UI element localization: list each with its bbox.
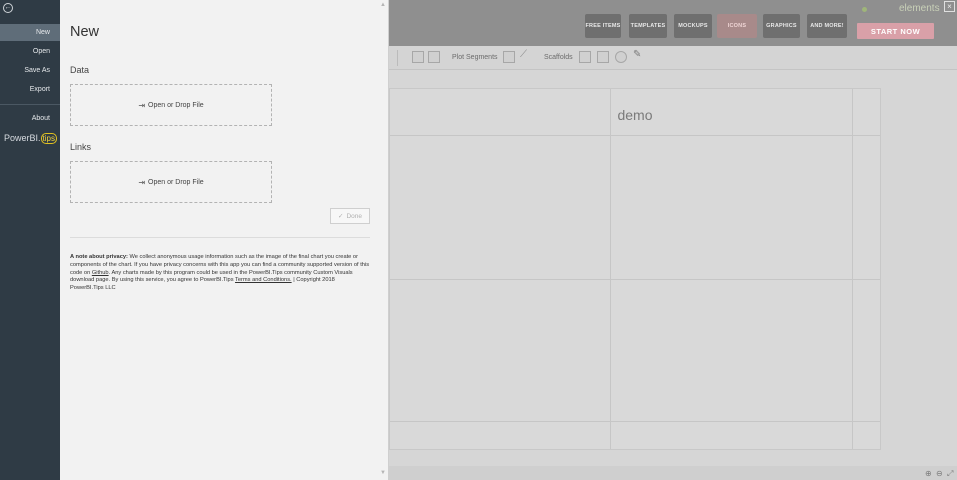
data-section-label: Data bbox=[70, 65, 90, 75]
line-segment-icon[interactable]: ⟋ bbox=[520, 49, 532, 61]
scaffolds-label: Scaffolds bbox=[544, 54, 573, 61]
dropzone-label: Open or Drop File bbox=[148, 178, 204, 186]
links-file-dropzone[interactable]: ⇥ Open or Drop File bbox=[70, 161, 272, 203]
elements-leaf-icon bbox=[862, 7, 867, 12]
banner-graphics-button[interactable]: GRAPHICS bbox=[763, 14, 800, 38]
open-file-icon: ⇥ bbox=[138, 177, 146, 187]
vertical-scaffold-icon[interactable] bbox=[597, 51, 609, 63]
github-link[interactable]: Github bbox=[92, 270, 109, 276]
fit-screen-icon[interactable]: ⤢ bbox=[947, 469, 953, 479]
data-file-dropzone[interactable]: ⇥ Open or Drop File bbox=[70, 84, 272, 126]
canvas-gridline bbox=[390, 135, 880, 136]
privacy-note: A note about privacy: We collect anonymo… bbox=[70, 254, 370, 293]
nav-divider bbox=[0, 104, 60, 105]
grid-icon[interactable] bbox=[428, 51, 440, 63]
zoom-in-icon[interactable]: ⊕ bbox=[925, 469, 932, 478]
open-file-icon: ⇥ bbox=[138, 100, 146, 110]
banner-mockups-button[interactable]: MOCKUPS bbox=[674, 14, 712, 38]
status-bar: ⊕ ⊖ ⤢ bbox=[389, 466, 957, 480]
polar-scaffold-icon[interactable] bbox=[615, 51, 627, 63]
elements-logo: elements bbox=[899, 3, 940, 14]
banner-close-icon[interactable]: × bbox=[944, 1, 955, 12]
zoom-out-icon[interactable]: ⊖ bbox=[936, 469, 943, 478]
plot-segments-label: Plot Segments bbox=[452, 54, 498, 61]
left-nav: ← New Open Save As Export About PowerBI.… bbox=[0, 0, 60, 480]
nav-item-new[interactable]: New bbox=[0, 24, 60, 41]
terms-link[interactable]: Terms and Conditions. bbox=[235, 277, 292, 283]
toolbar-divider bbox=[397, 50, 398, 66]
banner-templates-button[interactable]: TEMPLATES bbox=[629, 14, 667, 38]
canvas-gridline bbox=[390, 279, 880, 280]
nav-item-save-as[interactable]: Save As bbox=[0, 62, 60, 79]
logo-tips-badge: tips bbox=[40, 133, 57, 144]
canvas-gridline bbox=[390, 421, 880, 422]
chart-title[interactable]: demo bbox=[390, 107, 880, 123]
banner-icons-button[interactable]: ICONS bbox=[717, 14, 757, 38]
chart-canvas[interactable]: demo bbox=[389, 88, 881, 450]
powerbi-tips-logo[interactable]: PowerBI. tips bbox=[4, 133, 57, 144]
banner-and-more-button[interactable]: AND MORE! bbox=[807, 14, 847, 38]
links-section-label: Links bbox=[70, 142, 92, 152]
privacy-heading: A note about privacy: bbox=[70, 254, 128, 260]
banner-free-items-button[interactable]: FREE ITEMS bbox=[585, 14, 621, 38]
scroll-up-icon[interactable]: ▲ bbox=[380, 2, 386, 8]
done-button[interactable]: ✓ Done bbox=[330, 208, 370, 224]
rectangle-segment-icon[interactable] bbox=[503, 51, 515, 63]
nav-item-export[interactable]: Export bbox=[0, 81, 60, 98]
nav-item-open[interactable]: Open bbox=[0, 43, 60, 60]
done-label: Done bbox=[346, 212, 362, 220]
check-icon: ✓ bbox=[338, 213, 344, 220]
list-icon[interactable] bbox=[412, 51, 424, 63]
editor-toolbar: Plot Segments ⟋ Scaffolds ✎ bbox=[389, 46, 957, 70]
back-arrow-icon[interactable]: ← bbox=[3, 3, 13, 13]
canvas-gridline bbox=[610, 89, 611, 449]
nav-item-about[interactable]: About bbox=[0, 110, 60, 127]
logo-main-text: PowerBI. bbox=[4, 133, 41, 143]
new-file-drawer: ▲ New Data ⇥ Open or Drop File Links ⇥ O… bbox=[60, 0, 389, 480]
horizontal-scaffold-icon[interactable] bbox=[579, 51, 591, 63]
section-divider bbox=[70, 237, 370, 238]
dropzone-label: Open or Drop File bbox=[148, 101, 204, 109]
start-now-button[interactable]: START NOW bbox=[857, 23, 934, 39]
scroll-down-icon[interactable]: ▼ bbox=[380, 470, 386, 476]
drawer-title: New bbox=[70, 24, 100, 40]
curve-scaffold-icon[interactable]: ✎ bbox=[633, 49, 645, 61]
canvas-gridline bbox=[852, 89, 853, 449]
